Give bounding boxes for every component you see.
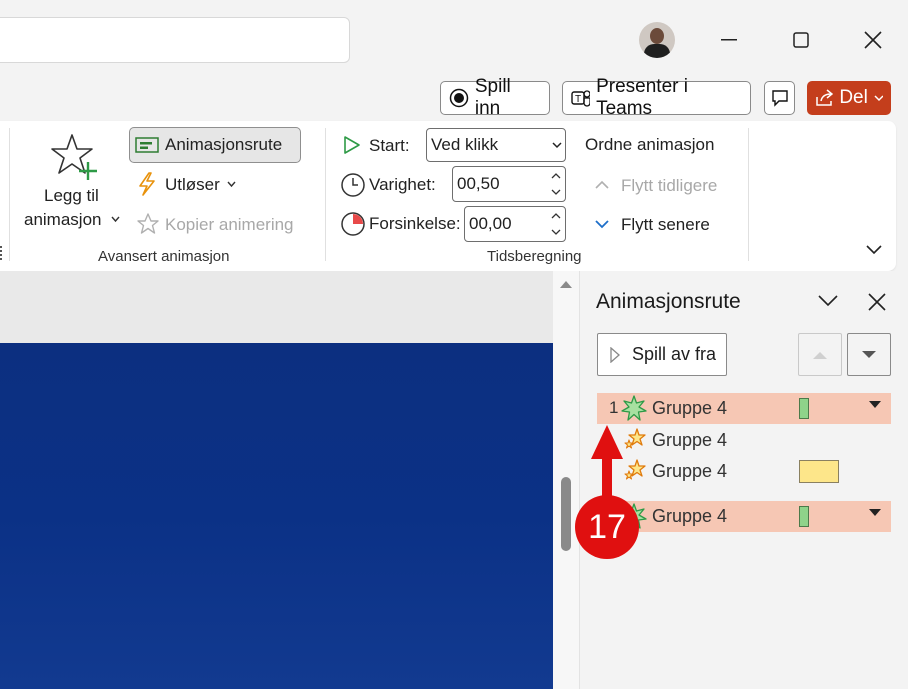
move-earlier-label: Flytt tidligere (621, 176, 718, 195)
entrance-star-icon (621, 395, 647, 421)
ribbon-separator (748, 128, 749, 261)
chevron-down-icon (227, 181, 236, 188)
chevron-down-icon (111, 216, 120, 223)
animation-item-label: Gruppe 4 (652, 506, 728, 526)
play-from-label: Spill av fra (632, 344, 717, 364)
animation-item-label: Gruppe 4 (652, 430, 728, 450)
play-icon (610, 346, 620, 363)
add-animation-label-line1: Legg til (44, 186, 99, 205)
animation-item-label: Gruppe 4 (652, 398, 728, 418)
search-box[interactable] (0, 17, 350, 63)
timing-group-label: Tidsberegning (487, 248, 582, 265)
timing-bar[interactable] (799, 506, 809, 527)
avatar[interactable] (639, 22, 675, 58)
share-icon (816, 89, 834, 106)
scroll-up-arrow-icon[interactable] (560, 280, 572, 288)
ribbon-edge-marker (0, 246, 4, 260)
comments-button[interactable] (764, 81, 795, 115)
move-up-button[interactable] (798, 333, 842, 376)
record-button[interactable]: Spill inn (440, 76, 550, 119)
delay-input[interactable]: 00,00 (464, 206, 566, 242)
animation-list-item[interactable]: Gruppe 4 (597, 425, 891, 456)
ribbon-collapse-chevron-icon[interactable] (866, 245, 882, 255)
animation-pane-icon (135, 137, 159, 153)
pane-options-chevron-icon[interactable] (817, 294, 839, 308)
close-window-button[interactable] (857, 24, 889, 56)
triangle-up-icon (813, 351, 827, 359)
slide[interactable] (0, 343, 553, 689)
close-pane-icon[interactable] (868, 293, 886, 311)
chevron-down-icon (595, 220, 609, 229)
dropdown-arrow-icon[interactable] (869, 401, 881, 408)
start-select[interactable]: Ved klikk (426, 128, 566, 162)
delay-value: 00,00 (469, 214, 512, 233)
svg-text:T: T (575, 94, 581, 105)
animation-item-label: Gruppe 4 (652, 461, 728, 481)
present-in-teams-button[interactable]: T Presenter i Teams (562, 76, 751, 119)
clock-icon (341, 173, 365, 197)
chevron-up-icon (595, 180, 609, 189)
ribbon-separator (325, 128, 326, 261)
duration-input[interactable]: 00,50 (452, 166, 566, 202)
duration-value: 00,50 (457, 174, 500, 193)
record-label: Spill inn (474, 76, 511, 119)
trigger-label: Utløser (165, 175, 220, 194)
chevron-down-icon (874, 95, 883, 102)
teams-label: Presenter i Teams (596, 76, 688, 119)
comment-icon (771, 90, 788, 107)
scrollbar-thumb[interactable] (561, 477, 571, 551)
dropdown-arrow-icon[interactable] (869, 509, 881, 516)
move-earlier-button[interactable]: Flytt tidligere (592, 172, 732, 198)
spinner-icon (551, 213, 561, 235)
copy-animation-button[interactable]: Kopier animering (134, 210, 304, 238)
animation-list-item[interactable]: 1 Gruppe 4 (597, 393, 891, 424)
duration-label: Varighet: (369, 175, 436, 194)
copy-animation-icon (137, 213, 159, 234)
triangle-down-icon (862, 350, 876, 358)
teams-icon: T (571, 90, 591, 107)
animation-list-item[interactable]: Gruppe 4 (597, 501, 891, 532)
move-later-label: Flytt senere (621, 215, 710, 234)
timing-bar[interactable] (799, 460, 839, 483)
lightning-icon (139, 172, 155, 196)
animation-order-number: 1 (609, 398, 619, 417)
start-select-value: Ved klikk (431, 135, 499, 154)
step-number: 17 (588, 507, 626, 546)
timing-bar[interactable] (799, 398, 809, 419)
start-label: Start: (369, 136, 410, 155)
move-down-button[interactable] (847, 333, 891, 376)
minimize-button[interactable] (713, 24, 745, 56)
add-star-icon (51, 134, 97, 180)
annotation-arrow-icon (591, 425, 623, 501)
trigger-button[interactable]: Utløser (134, 170, 244, 198)
share-button[interactable]: Del (807, 81, 891, 115)
move-later-button[interactable]: Flytt senere (592, 211, 732, 237)
start-play-icon (344, 136, 360, 154)
spinner-icon (551, 173, 561, 195)
add-animation-label-line2: animasjon (24, 210, 102, 229)
animation-pane-label: Animasjonsrute (165, 135, 283, 154)
ribbon-separator (9, 128, 10, 261)
share-label: Del (839, 87, 868, 108)
advanced-animation-group-label: Avansert animasjon (98, 248, 230, 265)
delay-label: Forsinkelse: (369, 214, 461, 233)
play-from-button[interactable]: Spill av fra (597, 333, 727, 376)
step-number-badge: 17 (575, 495, 639, 559)
delay-clock-icon (341, 212, 365, 236)
copy-animation-label: Kopier animering (165, 215, 294, 234)
maximize-button[interactable] (785, 24, 817, 56)
reorder-animation-title: Ordne animasjon (585, 135, 715, 154)
record-icon (449, 88, 469, 108)
add-animation-button[interactable]: Legg til animasjon (20, 130, 125, 235)
vertical-scrollbar[interactable] (553, 271, 580, 689)
chevron-down-icon (552, 142, 562, 149)
animation-list-item[interactable]: Gruppe 4 (597, 456, 891, 487)
animation-pane-title: Animasjonsrute (596, 290, 741, 313)
